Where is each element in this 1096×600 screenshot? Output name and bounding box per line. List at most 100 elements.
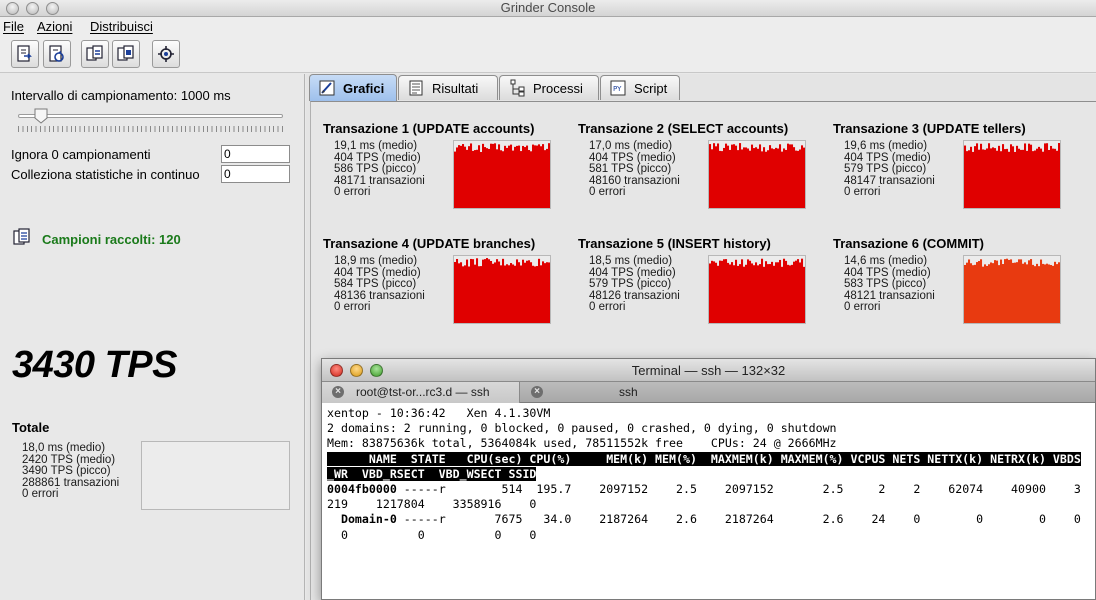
- menu-file[interactable]: File: [3, 19, 24, 35]
- throughput-bar: [990, 148, 993, 208]
- throughput-bar: [735, 145, 738, 208]
- throughput-bar: [783, 258, 786, 323]
- tab-processi-label: Processi: [533, 80, 583, 96]
- throughput-bar: [761, 258, 764, 323]
- reset-processes-button[interactable]: [43, 40, 71, 68]
- tx-3-bars: [964, 143, 1060, 208]
- close-tab-icon[interactable]: ×: [332, 386, 344, 398]
- throughput-bar: [526, 260, 529, 323]
- throughput-bar: [1042, 151, 1045, 208]
- throughput-bar: [494, 143, 497, 208]
- throughput-bar: [773, 149, 776, 208]
- throughput-bar: [1020, 149, 1023, 208]
- stop-capture-button[interactable]: [112, 40, 140, 68]
- tx-stat: 583 TPS (picco): [844, 278, 927, 290]
- throughput-bar: [739, 264, 742, 323]
- totale-graph: [141, 441, 290, 510]
- throughput-bar: [464, 265, 467, 323]
- throughput-bar: [988, 264, 991, 323]
- throughput-bar: [1000, 151, 1003, 208]
- throughput-bar: [795, 150, 798, 208]
- chart-pen-icon: [319, 80, 335, 96]
- throughput-bar: [801, 145, 804, 208]
- throughput-bar: [536, 266, 539, 323]
- throughput-bar: [767, 264, 770, 323]
- throughput-bar: [546, 148, 549, 208]
- terminal-window[interactable]: Terminal — ssh — 132×32 × root@tst-or...…: [321, 358, 1096, 600]
- throughput-bar: [986, 265, 989, 323]
- throughput-bar: [713, 143, 716, 208]
- throughput-bar: [988, 143, 991, 208]
- tx-stat: 0 errori: [844, 301, 881, 313]
- throughput-bar: [743, 266, 746, 323]
- throughput-bar: [966, 151, 969, 208]
- start-processes-button[interactable]: [11, 40, 39, 68]
- throughput-bar: [789, 144, 792, 208]
- throughput-bar: [494, 262, 497, 323]
- throughput-bar: [771, 148, 774, 208]
- throughput-bar: [482, 259, 485, 323]
- tab-script[interactable]: PY Script: [600, 75, 680, 100]
- start-processes-icon: [17, 45, 32, 62]
- throughput-bar: [741, 149, 744, 208]
- throughput-bar: [757, 148, 760, 208]
- totale-stat: 0 errori: [22, 488, 59, 501]
- throughput-bar: [731, 262, 734, 323]
- xentop-mem-line: Mem: 83875636k total, 5364084k used, 785…: [327, 436, 837, 451]
- close-tab-icon[interactable]: ×: [531, 386, 543, 398]
- throughput-bar: [731, 144, 734, 208]
- distribute-files-button[interactable]: [152, 40, 180, 68]
- terminal-tab-1[interactable]: × root@tst-or...rc3.d — ssh: [322, 382, 520, 403]
- throughput-bar: [502, 258, 505, 323]
- stop-capture-icon: [117, 45, 134, 61]
- terminal-tab-2[interactable]: × ssh: [521, 382, 921, 403]
- tab-processi[interactable]: Processi: [499, 75, 599, 100]
- throughput-bar: [723, 259, 726, 323]
- throughput-bar: [972, 265, 975, 323]
- throughput-bar: [1014, 151, 1017, 208]
- throughput-bar: [974, 146, 977, 208]
- throughput-bar: [492, 263, 495, 323]
- menu-distribuisci[interactable]: Distribuisci: [90, 19, 153, 35]
- throughput-bar: [528, 260, 531, 323]
- throughput-bar: [1036, 148, 1039, 208]
- ignore-samples-field[interactable]: 0: [221, 145, 290, 163]
- throughput-bar: [1044, 264, 1047, 323]
- tx-1-stats: 19,1 ms (medio) 404 TPS (medio) 586 TPS (p…: [334, 140, 425, 199]
- throughput-bar: [1054, 148, 1057, 208]
- throughput-bar: [801, 258, 804, 323]
- throughput-bar: [779, 144, 782, 208]
- throughput-bar: [1030, 144, 1033, 208]
- throughput-bar: [777, 262, 780, 323]
- interval-slider-track[interactable]: [18, 114, 283, 118]
- tab-risultati[interactable]: Risultati: [398, 75, 498, 100]
- tab-grafici[interactable]: Grafici: [309, 74, 397, 101]
- throughput-bar: [548, 262, 550, 323]
- throughput-bar: [1050, 265, 1053, 323]
- menu-azioni[interactable]: Azioni: [37, 19, 72, 35]
- start-capture-button[interactable]: [81, 40, 109, 68]
- throughput-bar: [777, 148, 780, 208]
- throughput-bar: [534, 145, 537, 208]
- throughput-bar: [486, 258, 489, 323]
- throughput-bar: [769, 264, 772, 323]
- throughput-bar: [773, 265, 776, 323]
- throughput-bar: [789, 265, 792, 323]
- throughput-bar: [719, 150, 722, 208]
- throughput-bar: [992, 263, 995, 323]
- tab-grafici-label: Grafici: [343, 80, 385, 96]
- throughput-bar: [518, 262, 521, 323]
- xentop-row-cont: 0 0 0 0: [327, 527, 537, 542]
- throughput-bar: [470, 258, 473, 323]
- interval-slider-knob[interactable]: [33, 108, 49, 124]
- throughput-bar: [996, 260, 999, 323]
- throughput-bar: [781, 266, 784, 323]
- throughput-bar: [1014, 262, 1017, 323]
- samples-collected-label: Campioni raccolti: 120: [42, 232, 181, 247]
- collect-samples-field[interactable]: 0: [221, 165, 290, 183]
- throughput-bar: [747, 259, 750, 323]
- throughput-bar: [747, 148, 750, 208]
- xentop-row: Domain-0 -----r 7675 34.0 2187264 2.6 21…: [327, 512, 1095, 527]
- throughput-bar: [715, 262, 718, 323]
- throughput-bar: [458, 145, 461, 208]
